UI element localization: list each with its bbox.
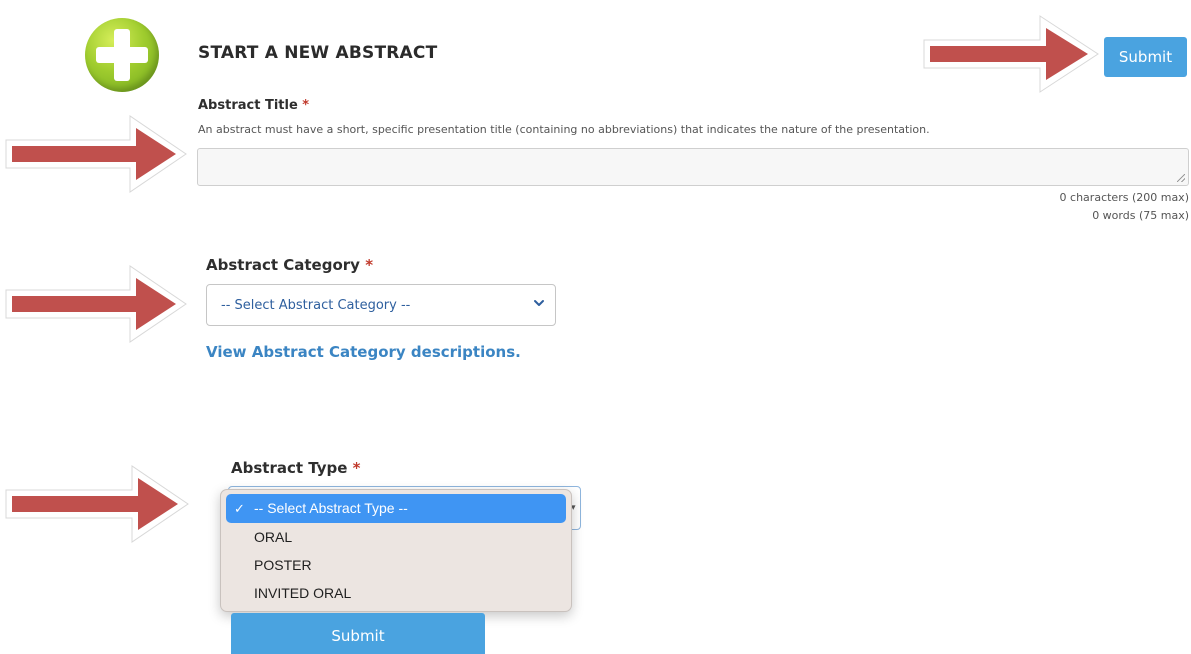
abstract-title-label-text: Abstract Title [198,98,298,113]
submit-button-top[interactable]: Submit [1104,37,1187,77]
abstract-type-label-text: Abstract Type [231,459,348,477]
check-icon: ✓ [234,501,245,516]
dropdown-option-oral[interactable]: ORAL [221,523,571,551]
arrow-right-icon [5,115,187,193]
abstract-title-input[interactable] [197,148,1189,186]
plus-horizontal-bar [96,47,148,63]
abstract-type-label: Abstract Type * [231,459,360,477]
submit-button-bottom[interactable]: Submit [231,613,485,654]
abstract-title-help-text: An abstract must have a short, specific … [198,123,930,136]
chevron-down-icon [534,300,544,306]
arrow-right-icon [923,15,1099,93]
abstract-type-dropdown: ✓ -- Select Abstract Type -- ORAL POSTER… [220,489,572,612]
character-count: 0 characters (200 max) [1059,191,1189,204]
abstract-category-select[interactable]: -- Select Abstract Category -- [206,284,556,326]
required-asterisk: * [352,459,361,477]
dropdown-option-poster[interactable]: POSTER [221,551,571,579]
resize-grip-icon[interactable] [1177,174,1185,182]
arrow-right-icon [5,465,189,543]
required-asterisk: * [302,98,310,113]
word-count: 0 words (75 max) [1092,209,1189,222]
plus-circle-icon [85,18,159,92]
option-label: -- Select Abstract Type -- [254,500,408,516]
abstract-category-selected-value: -- Select Abstract Category -- [221,297,411,313]
abstract-category-label-text: Abstract Category [206,256,360,274]
abstract-category-label: Abstract Category * [206,256,373,274]
dropdown-option-select-type[interactable]: ✓ -- Select Abstract Type -- [226,494,566,523]
arrow-right-icon [5,265,187,343]
required-asterisk: * [365,256,374,274]
dropdown-option-invited-oral[interactable]: INVITED ORAL [221,579,571,607]
category-descriptions-link[interactable]: View Abstract Category descriptions. [206,343,521,361]
abstract-title-label: Abstract Title * [198,98,309,113]
page-title: START A NEW ABSTRACT [198,43,438,63]
